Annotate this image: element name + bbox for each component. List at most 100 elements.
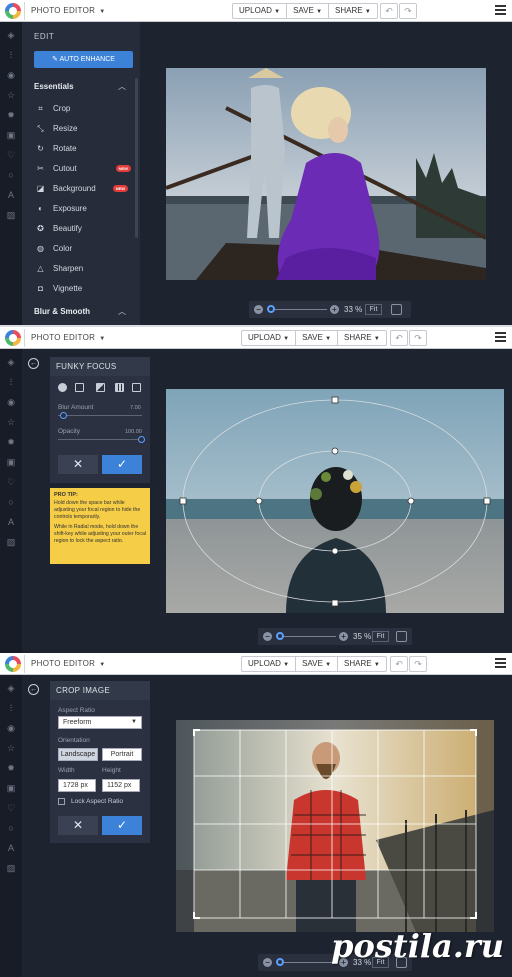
zoom-out-icon[interactable]: − <box>263 632 272 641</box>
fit-button[interactable]: Fit <box>372 631 389 642</box>
width-input[interactable]: 1728 px <box>58 779 96 792</box>
zoom-out-icon[interactable]: − <box>254 305 263 314</box>
photo-canvas[interactable] <box>176 720 494 932</box>
share-button[interactable]: SHARE ▼ <box>329 4 377 18</box>
hamburger-menu-icon[interactable] <box>495 5 506 16</box>
heart-icon[interactable]: ♡ <box>6 477 16 487</box>
chevron-up-icon[interactable]: ︿ <box>118 81 126 92</box>
linear-mode-icon[interactable] <box>75 383 84 392</box>
lock-aspect-checkbox[interactable] <box>58 798 65 805</box>
back-arrow-icon[interactable]: ← <box>28 358 39 369</box>
zoom-in-icon[interactable]: + <box>330 305 339 314</box>
app-logo[interactable] <box>5 3 21 19</box>
tool-cutout[interactable]: ✂ Cutout NEW <box>36 162 131 174</box>
tool-rotate[interactable]: ↻ Rotate <box>36 142 76 154</box>
gradient-mode-icon[interactable] <box>96 383 105 392</box>
essentials-header[interactable]: Essentials <box>34 82 74 91</box>
settings-icon[interactable]: ✹ <box>6 110 16 120</box>
tool-color[interactable]: ◍ Color <box>36 242 72 254</box>
layers-icon[interactable]: ◈ <box>6 30 16 40</box>
upload-button[interactable]: UPLOAD ▼ <box>233 4 288 18</box>
zoom-handle[interactable] <box>276 958 284 966</box>
eye-icon[interactable]: ◉ <box>6 397 16 407</box>
chevron-up-icon[interactable]: ︿ <box>118 306 126 317</box>
star-icon[interactable]: ☆ <box>6 743 16 753</box>
opacity-slider[interactable] <box>58 439 142 440</box>
settings-icon[interactable]: ✹ <box>6 437 16 447</box>
circle-icon[interactable]: ○ <box>6 497 16 507</box>
app-logo[interactable] <box>5 656 21 672</box>
texture-icon[interactable]: ▨ <box>6 863 16 873</box>
zoom-track[interactable] <box>267 309 327 310</box>
landscape-toggle[interactable]: Landscape <box>58 748 98 761</box>
texture-icon[interactable]: ▨ <box>6 210 16 220</box>
tool-vignette[interactable]: ◘ Vignette <box>36 282 82 294</box>
fullscreen-icon[interactable] <box>396 631 407 642</box>
blur-smooth-header[interactable]: Blur & Smooth <box>34 307 90 316</box>
tool-crop[interactable]: ⌗ Crop <box>36 102 70 114</box>
hamburger-menu-icon[interactable] <box>495 658 506 669</box>
opacity-handle[interactable] <box>138 436 145 443</box>
zoom-track[interactable] <box>276 636 336 637</box>
redo-icon[interactable]: ↷ <box>409 330 427 346</box>
undo-icon[interactable]: ↶ <box>380 3 398 19</box>
adjust-sliders-icon[interactable]: ⫶ <box>6 703 16 713</box>
tool-background[interactable]: ◪ Background NEW <box>36 182 129 194</box>
undo-icon[interactable]: ↶ <box>390 656 408 672</box>
upload-button[interactable]: UPLOAD ▼ <box>242 331 297 345</box>
text-icon[interactable]: A <box>6 843 16 853</box>
blur-amount-handle[interactable] <box>60 412 67 419</box>
tool-resize[interactable]: ⤡ Resize <box>36 122 77 134</box>
apply-button[interactable]: ✓ <box>102 455 142 474</box>
cancel-button[interactable]: ✕ <box>58 455 98 474</box>
zoom-out-icon[interactable]: − <box>263 958 272 967</box>
zoom-in-icon[interactable]: + <box>339 632 348 641</box>
star-icon[interactable]: ☆ <box>6 417 16 427</box>
portrait-toggle[interactable]: Portrait <box>102 748 142 761</box>
text-icon[interactable]: A <box>6 190 16 200</box>
save-button[interactable]: SAVE ▼ <box>296 331 339 345</box>
save-button[interactable]: SAVE ▼ <box>296 657 339 671</box>
eye-icon[interactable]: ◉ <box>6 723 16 733</box>
eye-icon[interactable]: ◉ <box>6 70 16 80</box>
zoom-handle[interactable] <box>276 632 284 640</box>
frame-icon[interactable]: ▣ <box>6 457 16 467</box>
blur-amount-slider[interactable] <box>58 415 142 416</box>
tool-beautify[interactable]: ✪ Beautify <box>36 222 82 234</box>
sidebar-scrollbar[interactable] <box>135 78 138 238</box>
auto-enhance-button[interactable]: ✎ AUTO ENHANCE <box>34 51 133 68</box>
settings-icon[interactable]: ✹ <box>6 763 16 773</box>
layers-icon[interactable]: ◈ <box>6 357 16 367</box>
photo-canvas[interactable] <box>166 389 504 613</box>
save-button[interactable]: SAVE ▼ <box>287 4 330 18</box>
redo-icon[interactable]: ↷ <box>399 3 417 19</box>
tool-sharpen[interactable]: △ Sharpen <box>36 262 83 274</box>
app-menu[interactable]: PHOTO EDITOR ▼ <box>31 6 105 15</box>
grid-mode-icon[interactable] <box>115 383 124 392</box>
text-icon[interactable]: A <box>6 517 16 527</box>
share-button[interactable]: SHARE ▼ <box>338 331 386 345</box>
zoom-handle[interactable] <box>267 305 275 313</box>
aspect-ratio-select[interactable]: Freeform ▼ <box>58 716 142 729</box>
fullscreen-icon[interactable] <box>391 304 402 315</box>
upload-button[interactable]: UPLOAD ▼ <box>242 657 297 671</box>
adjust-sliders-icon[interactable]: ⫶ <box>6 50 16 60</box>
circle-icon[interactable]: ○ <box>6 170 16 180</box>
layers-icon[interactable]: ◈ <box>6 683 16 693</box>
share-button[interactable]: SHARE ▼ <box>338 657 386 671</box>
app-menu[interactable]: PHOTO EDITOR ▼ <box>31 333 105 342</box>
circle-icon[interactable]: ○ <box>6 823 16 833</box>
heart-icon[interactable]: ♡ <box>6 803 16 813</box>
texture-icon[interactable]: ▨ <box>6 537 16 547</box>
star-icon[interactable]: ☆ <box>6 90 16 100</box>
undo-icon[interactable]: ↶ <box>390 330 408 346</box>
app-logo[interactable] <box>5 330 21 346</box>
tool-exposure[interactable]: ◐ Exposure <box>36 202 87 214</box>
apply-button[interactable]: ✓ <box>102 816 142 835</box>
heart-icon[interactable]: ♡ <box>6 150 16 160</box>
radial-mode-icon[interactable] <box>58 383 67 392</box>
frame-icon[interactable]: ▣ <box>6 130 16 140</box>
redo-icon[interactable]: ↷ <box>409 656 427 672</box>
adjust-sliders-icon[interactable]: ⫶ <box>6 377 16 387</box>
app-menu[interactable]: PHOTO EDITOR ▼ <box>31 659 105 668</box>
